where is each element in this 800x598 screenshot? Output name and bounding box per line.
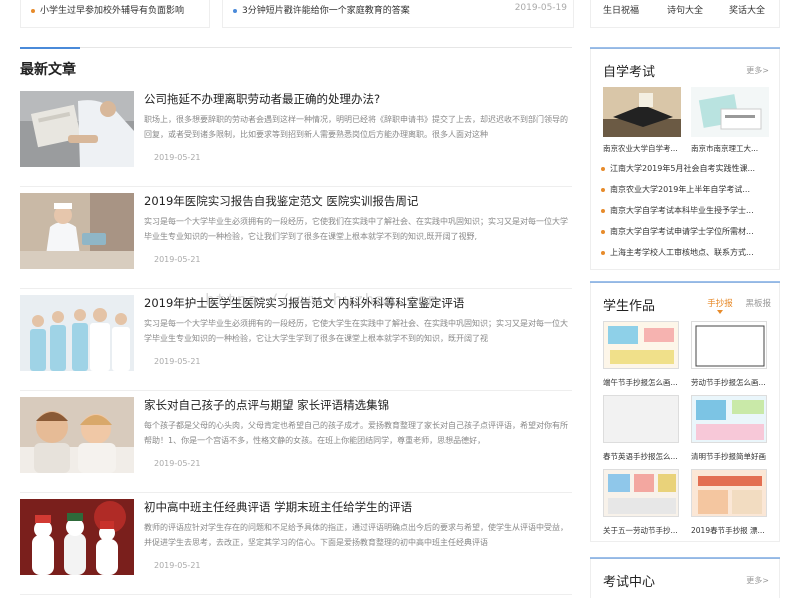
bullet-icon	[601, 208, 605, 213]
top-left-box: 小学生过早参加校外辅导有负面影响	[20, 0, 210, 28]
article-summary: 实习是每一个大学毕业生必须拥有的一段经历，它使我们在实践中了解社会、在实践中巩固…	[144, 217, 568, 241]
top-strip: 小学生过早参加校外辅导有负面影响 3分钟短片戳许能给你一个家庭教育的答案 201…	[0, 0, 800, 30]
exam-caption[interactable]: 南京市南京理工大...	[691, 143, 773, 154]
article-title[interactable]: 公司拖延不办理离职劳动者最正确的处理办法?	[144, 91, 380, 107]
bullet-icon	[601, 166, 605, 171]
work-caption[interactable]: 端午节手抄报怎么画...	[603, 377, 685, 388]
exam-thumbnail[interactable]	[691, 87, 769, 137]
work-thumbnail[interactable]	[603, 321, 679, 369]
list-item[interactable]: 江南大学2019年5月社会自考实践性课...	[601, 163, 771, 184]
top-right-box: 生日祝福 诗句大全 奖话大全	[590, 0, 780, 28]
article-thumbnail[interactable]	[20, 295, 134, 371]
article-title[interactable]: 2019年医院实习报告自我鉴定范文 医院实训报告周记	[144, 193, 418, 209]
top-link-poems[interactable]: 诗句大全	[667, 3, 703, 16]
work-caption[interactable]: 2019春节手抄报 漂...	[691, 525, 773, 536]
work-caption[interactable]: 关于五一劳动节手抄...	[603, 525, 685, 536]
self-study-exam-panel: 自学考试 更多> 南京农业大学自学考... 南京市南京理工大... 江南大学20…	[590, 47, 780, 270]
article-summary: 实习是每一个大学毕业生必须拥有的一段经历，它使大学生在实践中了解社会、在实践中巩…	[144, 319, 568, 343]
tab-handwritten-newspaper[interactable]: 手抄报	[707, 297, 733, 314]
more-link[interactable]: 更多>	[746, 575, 769, 586]
exam-caption[interactable]: 南京农业大学自学考...	[603, 143, 685, 154]
bullet-icon	[31, 8, 35, 13]
works-tabs: 手抄报 黑板报	[697, 297, 771, 314]
article-item[interactable]: 家长对自己孩子的点评与期望 家长评语精选集锦 每个孩子都是父母的心头肉，父母肯定…	[20, 393, 572, 493]
article-date: 2019-05-21	[154, 255, 201, 264]
exam-news-list: 江南大学2019年5月社会自考实践性课... 南京农业大学2019年上半年自学考…	[601, 163, 771, 268]
article-summary: 每个孩子都是父母的心头肉，父母肯定也希望自己的孩子成才。爱扬教育整理了家长对自己…	[144, 421, 568, 445]
list-item[interactable]: 上海主考学校人工审核地点、联系方式...	[601, 247, 771, 268]
work-caption[interactable]: 春节英语手抄报怎么...	[603, 451, 685, 462]
bullet-icon	[601, 187, 605, 192]
more-link[interactable]: 更多>	[746, 65, 769, 76]
article-thumbnail[interactable]	[20, 397, 134, 473]
top-mid-link[interactable]: 3分钟短片戳许能给你一个家庭教育的答案	[233, 3, 410, 16]
top-link-jokes[interactable]: 奖话大全	[729, 3, 765, 16]
work-caption[interactable]: 劳动节手抄报怎么画...	[691, 377, 773, 388]
exam-center-panel: 考试中心 更多>	[590, 557, 780, 598]
bullet-icon	[601, 250, 605, 255]
latest-articles-section: 最新文章 公司拖延不办理离职劳动者最正确的处理办法? 职场上，很多想要辞职的劳动…	[20, 47, 572, 595]
article-thumbnail[interactable]	[20, 499, 134, 575]
top-left-link[interactable]: 小学生过早参加校外辅导有负面影响	[31, 3, 184, 16]
article-date: 2019-05-21	[154, 459, 201, 468]
bullet-icon	[233, 8, 237, 13]
work-thumbnail[interactable]	[603, 395, 679, 443]
article-thumbnail[interactable]	[20, 193, 134, 269]
article-item[interactable]: 初中高中班主任经典评语 学期末班主任给学生的评语 教师的评语应针对学生存在的问题…	[20, 495, 572, 595]
article-item[interactable]: 2019年医院实习报告自我鉴定范文 医院实训报告周记 实习是每一个大学毕业生必须…	[20, 189, 572, 289]
panel-title: 自学考试	[603, 65, 656, 80]
article-date: 2019-05-21	[154, 561, 201, 570]
watermark-text: https://www.huzhan.com	[205, 290, 439, 309]
article-title[interactable]: 家长对自己孩子的点评与期望 家长评语精选集锦	[144, 397, 389, 413]
section-header: 最新文章	[20, 47, 572, 83]
work-caption[interactable]: 清明节手抄报简单好画	[691, 451, 773, 462]
panel-title: 考试中心	[603, 575, 656, 590]
list-item[interactable]: 南京大学自学考试申请学士学位所需材...	[601, 226, 771, 247]
article-item[interactable]: 公司拖延不办理离职劳动者最正确的处理办法? 职场上，很多想要辞职的劳动者会遇到这…	[20, 87, 572, 187]
article-date: 2019-05-21	[154, 357, 201, 366]
student-works-panel: 学生作品 手抄报 黑板报 端午节手抄报怎么画... 劳动节手抄报怎么画... 春…	[590, 281, 780, 542]
section-title: 最新文章	[20, 62, 76, 78]
work-thumbnail[interactable]	[603, 469, 679, 517]
work-thumbnail[interactable]	[691, 469, 767, 517]
top-link-birthday[interactable]: 生日祝福	[603, 3, 639, 16]
article-thumbnail[interactable]	[20, 91, 134, 167]
panel-title: 学生作品	[603, 299, 656, 314]
bullet-icon	[601, 229, 605, 234]
top-mid-date: 2019-05-19	[514, 3, 567, 13]
article-title[interactable]: 初中高中班主任经典评语 学期末班主任给学生的评语	[144, 499, 412, 515]
list-item[interactable]: 南京大学自学考试本科毕业生授予学士...	[601, 205, 771, 226]
article-summary: 教师的评语应针对学生存在的问题和不足给予具体的指正，通过评语明确点出今后的要求与…	[144, 523, 568, 547]
list-item[interactable]: 南京农业大学2019年上半年自学考试...	[601, 184, 771, 205]
article-summary: 职场上，很多想要辞职的劳动者会遇到这样一种情况，明明已经将《辞职申请书》提交了上…	[144, 115, 568, 139]
top-mid-box: 3分钟短片戳许能给你一个家庭教育的答案 2019-05-19	[222, 0, 574, 28]
work-thumbnail[interactable]	[691, 321, 767, 369]
article-date: 2019-05-21	[154, 153, 201, 162]
tab-blackboard-newspaper[interactable]: 黑板报	[745, 297, 771, 309]
exam-thumbnail[interactable]	[603, 87, 681, 137]
work-thumbnail[interactable]	[691, 395, 767, 443]
